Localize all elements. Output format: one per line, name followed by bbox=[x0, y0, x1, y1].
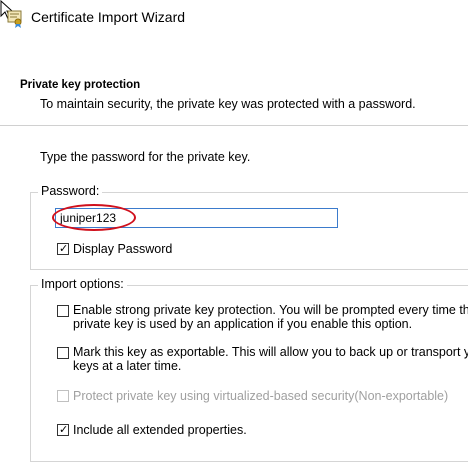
section-title: Private key protection bbox=[20, 79, 141, 91]
extended-properties-checkbox[interactable]: ✓ bbox=[57, 424, 69, 436]
display-password-label[interactable]: Display Password bbox=[73, 242, 172, 256]
strong-protection-checkbox[interactable] bbox=[57, 305, 69, 317]
vbs-protection-checkbox bbox=[57, 390, 69, 402]
exportable-label-line2: keys at a later time. bbox=[73, 359, 182, 373]
section-description: To maintain security, the private key wa… bbox=[40, 97, 416, 111]
password-legend: Password: bbox=[38, 184, 103, 198]
exportable-checkbox[interactable] bbox=[57, 347, 69, 359]
checkmark-icon: ✓ bbox=[59, 242, 69, 255]
strong-protection-label-line2: private key is used by an application if… bbox=[73, 317, 413, 331]
checkmark-icon: ✓ bbox=[59, 423, 69, 436]
instructions-text: Type the password for the private key. bbox=[40, 150, 251, 164]
password-group bbox=[30, 192, 468, 270]
extended-properties-label[interactable]: Include all extended properties. bbox=[73, 423, 247, 437]
header-divider bbox=[0, 125, 468, 126]
exportable-label[interactable]: Mark this key as exportable. This will a… bbox=[73, 345, 468, 373]
vbs-protection-label: Protect private key using virtualized-ba… bbox=[73, 389, 449, 403]
window-title: Certificate Import Wizard bbox=[31, 9, 186, 25]
password-input[interactable]: juniper123 bbox=[55, 208, 338, 228]
certificate-icon bbox=[7, 10, 22, 28]
import-options-legend: Import options: bbox=[38, 277, 127, 291]
strong-protection-label-line1: Enable strong private key protection. Yo… bbox=[73, 303, 468, 317]
display-password-checkbox[interactable]: ✓ bbox=[57, 243, 69, 255]
strong-protection-label[interactable]: Enable strong private key protection. Yo… bbox=[73, 303, 468, 331]
exportable-label-line1: Mark this key as exportable. This will a… bbox=[73, 345, 468, 359]
